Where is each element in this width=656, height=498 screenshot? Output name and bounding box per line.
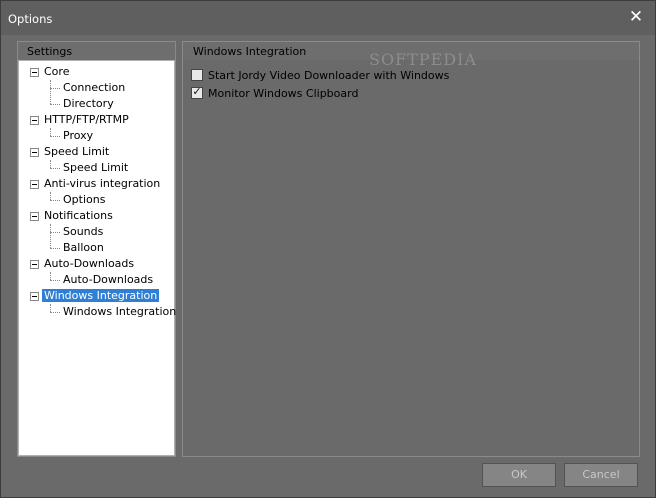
- watermark: SOFTPEDIA: [369, 50, 477, 69]
- tree-item-label: Anti-virus integration: [44, 177, 161, 190]
- tree-connector: [50, 104, 60, 105]
- tree-connector: [50, 160, 51, 168]
- ok-button[interactable]: OK: [482, 463, 556, 487]
- tree-item-label: Speed Limit: [44, 145, 110, 158]
- tree-item-auto-downloads[interactable]: Auto-Downloads: [44, 256, 134, 272]
- tree-connector: [50, 280, 60, 281]
- close-icon[interactable]: ✕: [627, 8, 645, 26]
- tree-expander-icon[interactable]: [30, 116, 39, 125]
- tree-expander-icon[interactable]: [30, 148, 39, 157]
- tree-subitem-connection[interactable]: Connection: [63, 80, 125, 96]
- start-with-windows-option[interactable]: Start Jordy Video Downloader with Window…: [191, 68, 449, 82]
- settings-panel: Settings Core Connection Directory HTTP/FTP…: [17, 41, 176, 457]
- tree-item-label: Core: [44, 65, 70, 78]
- settings-title: Settings: [27, 45, 73, 58]
- tree-subitem-balloon[interactable]: Balloon: [63, 240, 104, 256]
- tree-expander-icon[interactable]: [30, 180, 39, 189]
- tree-expander-icon[interactable]: [30, 260, 39, 269]
- tree-connector: [50, 80, 51, 104]
- tree-item-label: HTTP/FTP/RTMP: [44, 113, 129, 126]
- settings-tree[interactable]: Core Connection Directory HTTP/FTP/RTMP Prox…: [18, 60, 176, 456]
- tree-item-core[interactable]: Core: [44, 64, 69, 80]
- tree-subitem-speed-limit[interactable]: Speed Limit: [63, 160, 128, 176]
- start-with-windows-label: Start Jordy Video Downloader with Window…: [208, 68, 450, 82]
- tree-connector: [50, 128, 51, 136]
- monitor-clipboard-checkbox[interactable]: [191, 87, 203, 99]
- tree-item-http-ftp-rtmp[interactable]: HTTP/FTP/RTMP: [44, 112, 129, 128]
- tree-expander-icon[interactable]: [30, 68, 39, 77]
- tree-connector: [50, 88, 60, 89]
- windows-integration-panel: Windows Integration SOFTPEDIA Start Jord…: [182, 41, 640, 457]
- monitor-clipboard-option[interactable]: Monitor Windows Clipboard: [191, 86, 358, 100]
- tree-connector: [50, 200, 60, 201]
- tree-connector: [50, 136, 60, 137]
- tree-subitem-proxy[interactable]: Proxy: [63, 128, 93, 144]
- tree-item-windows-integration[interactable]: Windows Integration: [42, 288, 160, 304]
- tree-expander-icon[interactable]: [30, 292, 39, 301]
- tree-subitem-sounds[interactable]: Sounds: [63, 224, 103, 240]
- tree-expander-icon[interactable]: [30, 212, 39, 221]
- tree-connector: [50, 224, 51, 248]
- tree-subitem-options[interactable]: Options: [63, 192, 105, 208]
- tree-connector: [50, 312, 60, 313]
- tree-connector: [50, 192, 51, 200]
- panel-title: Windows Integration: [193, 45, 307, 58]
- start-with-windows-checkbox[interactable]: [191, 69, 203, 81]
- settings-header: Settings: [18, 42, 175, 60]
- tree-subitem-windows-integration[interactable]: Windows Integration: [63, 304, 176, 320]
- tree-subitem-directory[interactable]: Directory: [63, 96, 114, 112]
- tree-item-notifications[interactable]: Notifications: [44, 208, 113, 224]
- tree-connector: [50, 168, 60, 169]
- tree-item-label: Notifications: [44, 209, 113, 222]
- title-bar: Options ✕: [1, 1, 655, 35]
- tree-connector: [50, 248, 60, 249]
- monitor-clipboard-label: Monitor Windows Clipboard: [208, 86, 359, 100]
- tree-item-anti-virus-integration[interactable]: Anti-virus integration: [44, 176, 160, 192]
- tree-connector: [50, 232, 60, 233]
- cancel-button[interactable]: Cancel: [564, 463, 638, 487]
- tree-item-speed-limit[interactable]: Speed Limit: [44, 144, 109, 160]
- window-title: Options: [8, 12, 53, 26]
- tree-connector: [50, 304, 51, 312]
- tree-item-label: Auto-Downloads: [44, 257, 135, 270]
- tree-connector: [50, 272, 51, 280]
- tree-subitem-auto-downloads[interactable]: Auto-Downloads: [63, 272, 153, 288]
- tree-item-label: Windows Integration: [42, 289, 160, 302]
- options-dialog: Options ✕ Settings Core Connection Directo…: [0, 0, 656, 498]
